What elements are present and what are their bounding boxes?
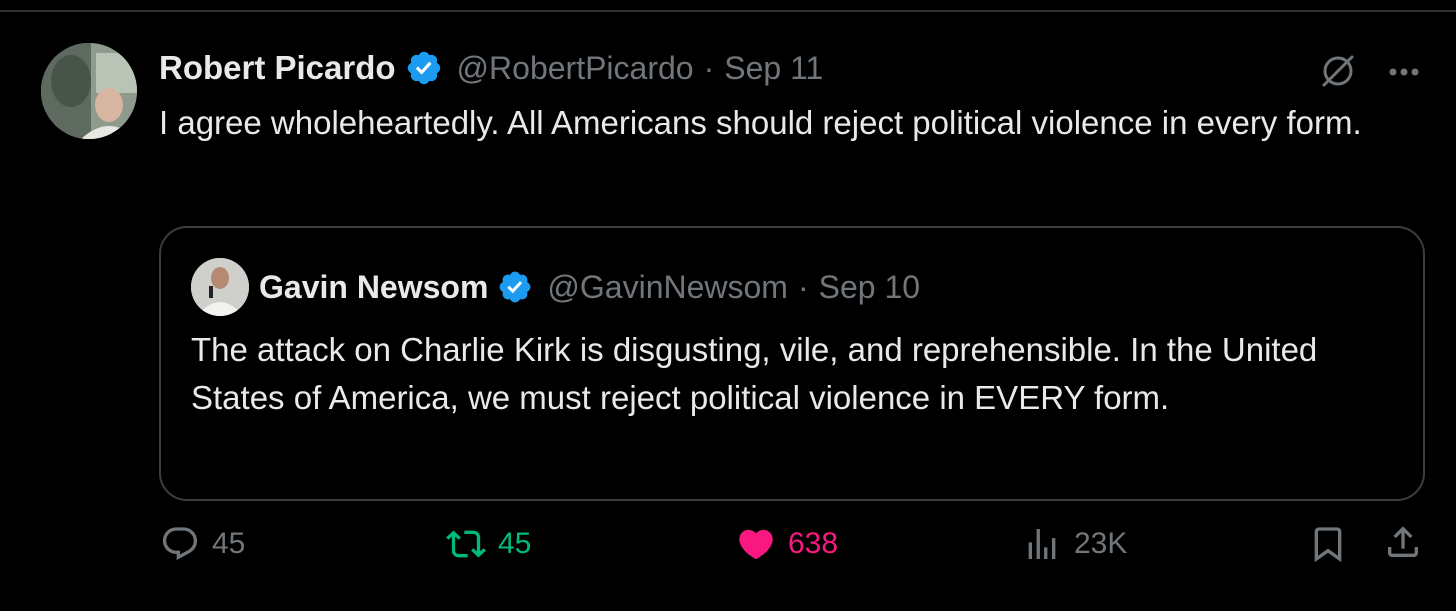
author-handle[interactable]: @RobertPicardo [457,50,694,87]
top-divider [0,0,1456,12]
like-button[interactable]: 638 [736,524,838,564]
repost-button[interactable]: 45 [446,524,531,564]
like-count: 638 [788,527,839,560]
share-icon[interactable] [1383,522,1423,562]
more-icon[interactable] [1384,52,1424,92]
reply-button[interactable]: 45 [160,524,245,564]
grok-icon[interactable] [1318,51,1358,91]
repost-count: 45 [498,527,532,560]
bookmark-icon[interactable] [1308,524,1348,564]
heart-icon [739,529,773,560]
quoted-tweet-header: Gavin Newsom @GavinNewsom · Sep 10 [259,266,920,308]
reply-count: 45 [212,527,246,560]
view-count: 23K [1074,527,1128,560]
tweet[interactable]: Robert Picardo @RobertPicardo · Sep 11 I… [0,12,1456,611]
analytics-icon [1028,529,1056,559]
reply-icon [162,527,198,561]
repost-icon [446,530,486,558]
author-avatar[interactable] [41,43,137,139]
quoted-tweet-text: The attack on Charlie Kirk is disgusting… [191,331,1318,416]
quoted-tweet-date: Sep 10 [818,268,921,305]
quoted-author-handle: @GavinNewsom [547,268,788,305]
tweet-date[interactable]: Sep 11 [724,50,823,87]
quoted-author-display-name: Gavin Newsom [259,268,489,305]
author-display-name[interactable]: Robert Picardo [159,49,396,87]
separator-dot: · [703,49,715,86]
tweet-header: Robert Picardo @RobertPicardo · Sep 11 [159,47,823,89]
views-button[interactable]: 23K [1022,524,1127,564]
verified-badge-icon [500,271,531,303]
separator-dot: · [797,268,809,305]
verified-badge-icon [407,51,440,85]
tweet-text: I agree wholeheartedly. All Americans sh… [159,104,1362,141]
quoted-author-avatar [191,258,249,316]
quoted-tweet[interactable]: Gavin Newsom @GavinNewsom · Sep 10 The a… [159,226,1425,501]
